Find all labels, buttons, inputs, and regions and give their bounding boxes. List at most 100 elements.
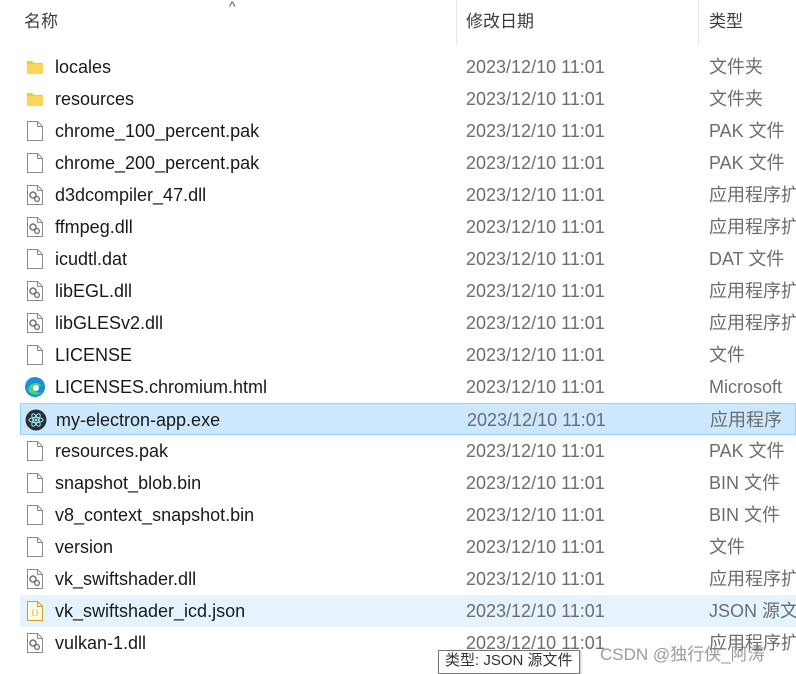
file-row[interactable]: LICENSES.chromium.html 2023/12/10 11:01 Mi… bbox=[20, 371, 796, 403]
column-divider[interactable] bbox=[698, 0, 699, 44]
file-icon bbox=[26, 344, 44, 366]
file-row[interactable]: icudtl.dat 2023/12/10 11:01 DAT 文件 bbox=[20, 243, 796, 275]
file-date-modified: 2023/12/10 11:01 bbox=[466, 185, 605, 205]
file-row[interactable]: version 2023/12/10 11:01 文件 bbox=[20, 531, 796, 563]
file-type: 文件夹 bbox=[709, 89, 763, 109]
dll-icon bbox=[26, 216, 44, 238]
file-name: snapshot_blob.bin bbox=[55, 473, 202, 493]
dll-icon bbox=[26, 568, 44, 590]
file-type: 文件 bbox=[709, 345, 745, 365]
file-icon bbox=[26, 248, 44, 270]
folder-icon bbox=[26, 88, 44, 110]
file-type: 应用程序扩 bbox=[709, 313, 796, 333]
dll-icon bbox=[26, 312, 44, 334]
file-date-modified: 2023/12/10 11:01 bbox=[466, 377, 605, 397]
dll-icon bbox=[26, 280, 44, 302]
file-name: vk_swiftshader.dll bbox=[55, 569, 197, 589]
file-name: resources.pak bbox=[55, 441, 169, 461]
file-date-modified: 2023/12/10 11:01 bbox=[466, 473, 605, 493]
file-row[interactable]: locales 2023/12/10 11:01 文件夹 bbox=[20, 51, 796, 83]
file-row[interactable]: chrome_100_percent.pak 2023/12/10 11:01 PA… bbox=[20, 115, 796, 147]
file-type: 应用程序扩 bbox=[709, 217, 796, 237]
file-name: vk_swiftshader_icd.json bbox=[55, 601, 246, 621]
file-type: BIN 文件 bbox=[709, 473, 781, 493]
svg-text:{}: {} bbox=[31, 609, 39, 617]
file-row[interactable]: libGLESv2.dll 2023/12/10 11:01 应用程序扩 bbox=[20, 307, 796, 339]
file-icon bbox=[26, 504, 44, 526]
column-type[interactable]: 类型 bbox=[709, 0, 743, 44]
file-name: LICENSES.chromium.html bbox=[55, 377, 268, 397]
file-row[interactable]: resources.pak 2023/12/10 11:01 PAK 文件 bbox=[20, 435, 796, 467]
file-name: libEGL.dll bbox=[55, 281, 133, 301]
file-row[interactable]: my-electron-app.exe 2023/12/10 11:01 应用程序 bbox=[20, 403, 796, 435]
file-date-modified: 2023/12/10 11:01 bbox=[466, 313, 605, 333]
file-type: PAK 文件 bbox=[709, 121, 785, 141]
file-row[interactable]: LICENSE 2023/12/10 11:01 文件 bbox=[20, 339, 796, 371]
file-date-modified: 2023/12/10 11:01 bbox=[466, 441, 605, 461]
sort-ascending-icon[interactable]: ^ bbox=[229, 0, 236, 14]
dll-icon bbox=[26, 632, 44, 654]
file-name: libGLESv2.dll bbox=[55, 313, 164, 333]
file-name: chrome_200_percent.pak bbox=[55, 153, 260, 173]
file-date-modified: 2023/12/10 11:01 bbox=[466, 537, 605, 557]
file-date-modified: 2023/12/10 11:01 bbox=[466, 601, 605, 621]
file-date-modified: 2023/12/10 11:01 bbox=[466, 569, 605, 589]
file-date-modified: 2023/12/10 11:01 bbox=[466, 217, 605, 237]
file-date-modified: 2023/12/10 11:01 bbox=[466, 505, 605, 525]
file-name: my-electron-app.exe bbox=[56, 410, 221, 430]
file-icon bbox=[26, 120, 44, 142]
file-row[interactable]: ffmpeg.dll 2023/12/10 11:01 应用程序扩 bbox=[20, 211, 796, 243]
file-type: JSON 源文 bbox=[709, 601, 796, 621]
file-date-modified: 2023/12/10 11:01 bbox=[466, 153, 605, 173]
file-type: Microsoft bbox=[709, 377, 783, 397]
file-date-modified: 2023/12/10 11:01 bbox=[466, 249, 605, 269]
file-name: locales bbox=[55, 57, 112, 77]
file-row[interactable]: snapshot_blob.bin 2023/12/10 11:01 BIN 文件 bbox=[20, 467, 796, 499]
column-name[interactable]: 名称 bbox=[24, 0, 58, 44]
file-icon bbox=[26, 472, 44, 494]
file-row[interactable]: chrome_200_percent.pak 2023/12/10 11:01 PA… bbox=[20, 147, 796, 179]
file-row[interactable]: resources 2023/12/10 11:01 文件夹 bbox=[20, 83, 796, 115]
file-row[interactable]: v8_context_snapshot.bin 2023/12/10 11:01 B… bbox=[20, 499, 796, 531]
file-name: LICENSE bbox=[55, 345, 133, 365]
watermark-text: CSDN @独行侠_阿涛 bbox=[600, 645, 765, 664]
file-icon bbox=[26, 152, 44, 174]
file-name: ffmpeg.dll bbox=[55, 217, 133, 237]
file-type: 应用程序扩 bbox=[709, 281, 796, 301]
file-name: vulkan-1.dll bbox=[55, 633, 147, 653]
file-type: 应用程序扩 bbox=[709, 569, 796, 589]
file-name: resources bbox=[55, 89, 135, 109]
json-icon: {} bbox=[26, 600, 44, 622]
column-date-modified[interactable]: 修改日期 bbox=[466, 0, 534, 44]
file-type: 应用程序扩 bbox=[709, 185, 796, 205]
file-type: 文件夹 bbox=[709, 57, 763, 77]
file-date-modified: 2023/12/10 11:01 bbox=[466, 57, 605, 77]
file-name: chrome_100_percent.pak bbox=[55, 121, 260, 141]
file-name: version bbox=[55, 537, 114, 557]
file-name: icudtl.dat bbox=[55, 249, 128, 269]
file-date-modified: 2023/12/10 11:01 bbox=[466, 121, 605, 141]
file-type: BIN 文件 bbox=[709, 505, 781, 525]
file-name: v8_context_snapshot.bin bbox=[55, 505, 255, 525]
file-row[interactable]: d3dcompiler_47.dll 2023/12/10 11:01 应用程序扩 bbox=[20, 179, 796, 211]
file-row[interactable]: libEGL.dll 2023/12/10 11:01 应用程序扩 bbox=[20, 275, 796, 307]
dll-icon bbox=[26, 184, 44, 206]
file-name: d3dcompiler_47.dll bbox=[55, 185, 207, 205]
tooltip: 类型: JSON 源文件 bbox=[438, 650, 580, 674]
folder-icon bbox=[26, 56, 44, 78]
electron-icon bbox=[25, 409, 47, 431]
file-icon bbox=[26, 536, 44, 558]
file-type: 应用程序 bbox=[710, 410, 782, 430]
file-date-modified: 2023/12/10 11:01 bbox=[467, 410, 606, 430]
file-type: PAK 文件 bbox=[709, 153, 785, 173]
file-icon bbox=[26, 440, 44, 462]
file-type: PAK 文件 bbox=[709, 441, 785, 461]
column-divider[interactable] bbox=[456, 0, 457, 44]
edge-icon bbox=[24, 376, 46, 398]
file-date-modified: 2023/12/10 11:01 bbox=[466, 89, 605, 109]
file-date-modified: 2023/12/10 11:01 bbox=[466, 281, 605, 301]
file-type: DAT 文件 bbox=[709, 249, 785, 269]
file-date-modified: 2023/12/10 11:01 bbox=[466, 345, 605, 365]
file-row[interactable]: {} vk_swiftshader_icd.json 2023/12/10 11:0… bbox=[20, 595, 796, 627]
file-row[interactable]: vk_swiftshader.dll 2023/12/10 11:01 应用程序扩 bbox=[20, 563, 796, 595]
